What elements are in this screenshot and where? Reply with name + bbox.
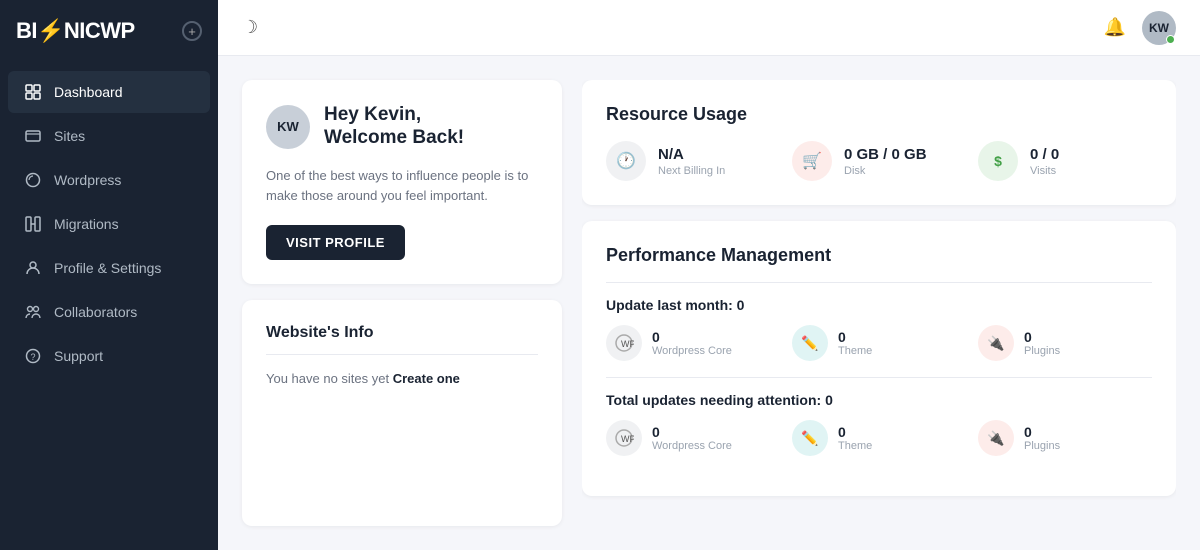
update-wp-core: WP 0 Wordpress Core [606,325,780,361]
svg-text:?: ? [31,352,36,362]
theme-info: 0 Theme [838,329,872,357]
content-area: KW Hey Kevin, Welcome Back! One of the b… [218,56,1200,550]
notification-bell-icon[interactable]: 🔔 [1104,17,1126,38]
visits-info: 0 / 0 Visits [1030,146,1059,177]
sidebar-item-sites[interactable]: Sites [8,115,210,157]
update-attention-label: Total updates needing attention: 0 [606,392,1152,408]
greeting-line1: Hey Kevin, [324,104,464,127]
svg-text:WP: WP [621,339,634,349]
update-last-month-section: Update last month: 0 WP 0 Wordpress Core [606,297,1152,361]
sidebar-label-migrations: Migrations [54,216,119,232]
disk-info: 0 GB / 0 GB Disk [844,146,927,177]
right-column: Resource Usage 🕐 N/A Next Billing In 🛒 0… [582,80,1176,526]
website-info-title: Website's Info [266,324,538,355]
attention-theme-icon: ✏️ [792,420,828,456]
welcome-text: Hey Kevin, Welcome Back! [324,104,464,150]
sites-icon [24,127,42,145]
welcome-card: KW Hey Kevin, Welcome Back! One of the b… [242,80,562,284]
sidebar: BI⚡NICWP + Dashboard Sites Wordpress [0,0,218,550]
website-info-card: Website's Info You have no sites yet Cre… [242,300,562,526]
attention-plugins: 🔌 0 Plugins [978,420,1152,456]
performance-card: Performance Management Update last month… [582,221,1176,496]
add-site-icon[interactable]: + [182,21,202,41]
sidebar-nav: Dashboard Sites Wordpress Migrations Pro… [0,62,218,550]
disk-value: 0 GB / 0 GB [844,146,927,163]
svg-text:WP: WP [621,434,634,444]
main-area: ☽ 🔔 KW KW Hey Kevin, Welcome Back! [218,0,1200,550]
resource-disk: 🛒 0 GB / 0 GB Disk [792,141,966,181]
resource-usage-card: Resource Usage 🕐 N/A Next Billing In 🛒 0… [582,80,1176,205]
sidebar-label-support: Support [54,348,103,364]
online-indicator [1166,35,1175,44]
resource-usage-title: Resource Usage [606,104,1152,125]
support-icon: ? [24,347,42,365]
plugin-icon: 🔌 [978,325,1014,361]
sidebar-label-collaborators: Collaborators [54,304,137,320]
update-last-month-items: WP 0 Wordpress Core ✏️ 0 Theme [606,325,1152,361]
profile-icon [24,259,42,277]
update-plugins: 🔌 0 Plugins [978,325,1152,361]
sidebar-item-profile-settings[interactable]: Profile & Settings [8,247,210,289]
plugins-info: 0 Plugins [1024,329,1060,357]
attention-plugins-info: 0 Plugins [1024,424,1060,452]
resource-row: 🕐 N/A Next Billing In 🛒 0 GB / 0 GB Disk [606,141,1152,181]
update-attention-section: Total updates needing attention: 0 WP 0 … [606,392,1152,456]
divider-1 [606,282,1152,283]
welcome-quote: One of the best ways to influence people… [266,166,538,208]
divider-2 [606,377,1152,378]
dashboard-icon [24,83,42,101]
attention-wp-core: WP 0 Wordpress Core [606,420,780,456]
visits-label: Visits [1030,165,1059,177]
sidebar-label-profile: Profile & Settings [54,260,161,276]
billing-value: N/A [658,146,725,163]
visits-icon: $ [978,141,1018,181]
create-site-link[interactable]: Create one [393,371,460,386]
disk-label: Disk [844,165,927,177]
topbar: ☽ 🔔 KW [218,0,1200,56]
sidebar-label-wordpress: Wordpress [54,172,121,188]
topbar-left: ☽ [242,17,258,38]
theme-icon: ✏️ [792,325,828,361]
sidebar-label-sites: Sites [54,128,85,144]
user-avatar[interactable]: KW [1142,11,1176,45]
attention-wp-info: 0 Wordpress Core [652,424,732,452]
topbar-right: 🔔 KW [1104,11,1176,45]
visits-value: 0 / 0 [1030,146,1059,163]
sidebar-label-dashboard: Dashboard [54,84,123,100]
logo-text: BI⚡NICWP [16,18,135,44]
billing-info: N/A Next Billing In [658,146,725,177]
wordpress-icon [24,171,42,189]
billing-label: Next Billing In [658,165,725,177]
attention-plugin-icon: 🔌 [978,420,1014,456]
update-theme: ✏️ 0 Theme [792,325,966,361]
resource-visits: $ 0 / 0 Visits [978,141,1152,181]
wp-core-icon: WP [606,325,642,361]
resource-billing: 🕐 N/A Next Billing In [606,141,780,181]
attention-theme-info: 0 Theme [838,424,872,452]
greeting-line2: Welcome Back! [324,127,464,150]
sidebar-item-dashboard[interactable]: Dashboard [8,71,210,113]
disk-icon: 🛒 [792,141,832,181]
update-attention-items: WP 0 Wordpress Core ✏️ 0 Theme [606,420,1152,456]
logo-area: BI⚡NICWP + [0,0,218,62]
dark-mode-icon[interactable]: ☽ [242,17,258,38]
update-last-month-label: Update last month: 0 [606,297,1152,313]
no-sites-text: You have no sites yet Create one [266,371,538,386]
visit-profile-button[interactable]: VISIT PROFILE [266,225,405,260]
billing-icon: 🕐 [606,141,646,181]
sidebar-item-wordpress[interactable]: Wordpress [8,159,210,201]
attention-theme: ✏️ 0 Theme [792,420,966,456]
performance-title: Performance Management [606,245,1152,266]
collaborators-icon [24,303,42,321]
sidebar-item-migrations[interactable]: Migrations [8,203,210,245]
welcome-avatar: KW [266,105,310,149]
left-column: KW Hey Kevin, Welcome Back! One of the b… [242,80,562,526]
attention-wp-icon: WP [606,420,642,456]
wp-core-info: 0 Wordpress Core [652,329,732,357]
avatar-initials: KW [1149,21,1169,35]
welcome-header: KW Hey Kevin, Welcome Back! [266,104,538,150]
sidebar-item-collaborators[interactable]: Collaborators [8,291,210,333]
migrations-icon [24,215,42,233]
sidebar-item-support[interactable]: ? Support [8,335,210,377]
